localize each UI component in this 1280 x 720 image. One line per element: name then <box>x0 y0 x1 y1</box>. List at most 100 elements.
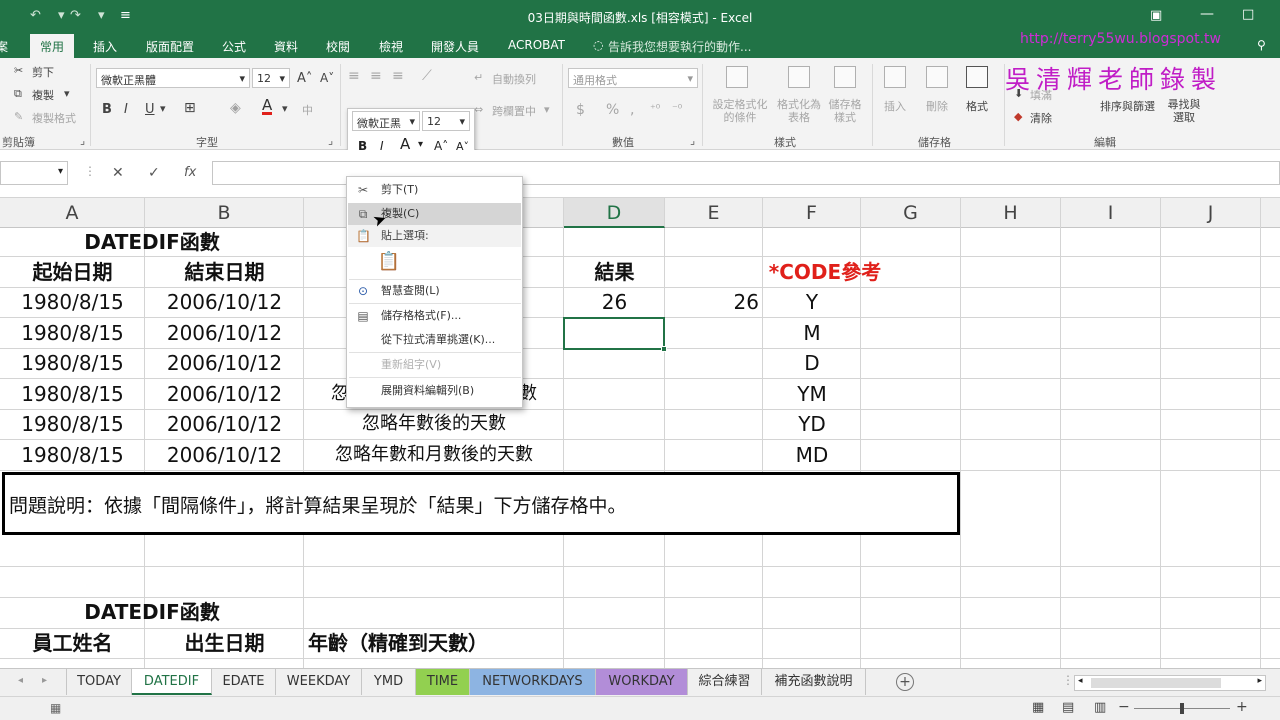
header-employee-name[interactable]: 員工姓名 <box>0 628 145 658</box>
bold-button[interactable]: B <box>102 102 112 117</box>
currency-button[interactable]: $ <box>576 102 585 118</box>
number-format-combo[interactable]: 通用格式 ▾ <box>568 68 698 88</box>
add-sheet-icon[interactable]: + <box>896 673 914 691</box>
copy-button[interactable]: 複製 <box>32 87 54 103</box>
sheet-tab-active[interactable]: DATEDIF <box>132 669 212 695</box>
start-date-cell[interactable]: 1980/8/15 <box>0 348 145 378</box>
cut-button[interactable]: 剪下 <box>32 64 54 80</box>
enter-entry-button[interactable]: ✓ <box>148 165 160 181</box>
page-break-view-icon[interactable]: ▥ <box>1094 700 1106 715</box>
percent-button[interactable]: % <box>606 102 619 118</box>
section-title-2[interactable]: DATEDIF函數 <box>0 597 304 627</box>
underline-dropdown-icon[interactable]: ▾ <box>160 102 166 115</box>
cut-icon[interactable]: ✂ <box>14 64 23 77</box>
scroll-right-icon[interactable]: ▸ <box>1257 676 1262 686</box>
format-as-table-icon[interactable] <box>788 66 810 88</box>
scroll-left-icon[interactable]: ◂ <box>18 675 23 686</box>
normal-view-icon[interactable]: ▦ <box>1032 700 1044 715</box>
cell-styles-icon[interactable] <box>834 66 856 88</box>
tab-review[interactable]: 校閱 <box>326 38 350 55</box>
sheet-tab[interactable]: 補充函數說明 <box>762 669 866 695</box>
fill-handle[interactable] <box>661 346 667 352</box>
dialog-launcher-icon[interactable]: ⌟ <box>80 134 85 147</box>
wrap-text-button[interactable]: 自動換列 <box>492 71 536 87</box>
zoom-slider-thumb[interactable] <box>1180 703 1184 714</box>
delete-cells-icon[interactable] <box>926 66 948 88</box>
column-header[interactable]: G <box>861 198 961 228</box>
start-date-cell[interactable]: 1980/8/15 <box>0 440 145 470</box>
code-cell[interactable]: YD <box>763 409 861 439</box>
dialog-launcher-icon[interactable]: ⌟ <box>690 134 695 147</box>
end-date-cell[interactable]: 2006/10/12 <box>145 379 304 409</box>
copy-dropdown-icon[interactable]: ▾ <box>64 87 70 100</box>
code-cell[interactable]: Y <box>763 287 861 317</box>
code-cell[interactable]: YM <box>763 379 861 409</box>
insert-cells-icon[interactable] <box>884 66 906 88</box>
tell-me-input[interactable]: 告訴我您想要執行的動作... <box>608 38 751 55</box>
end-date-cell[interactable]: 2006/10/12 <box>145 348 304 378</box>
insert-cells-button[interactable]: 插入 <box>884 98 906 114</box>
tab-home[interactable]: 常用 <box>30 34 75 58</box>
tab-view[interactable]: 檢視 <box>379 38 403 55</box>
delete-cells-button[interactable]: 刪除 <box>926 98 948 114</box>
column-header[interactable]: J <box>1161 198 1261 228</box>
sheet-tab[interactable]: TODAY <box>66 669 132 695</box>
mini-font-combo[interactable]: 微軟正黑 ▾ <box>352 111 420 131</box>
horizontal-scrollbar[interactable]: ◂ ▸ <box>1074 675 1266 691</box>
active-cell[interactable] <box>563 317 665 350</box>
sheet-tab[interactable]: YMD <box>362 669 416 695</box>
start-date-cell[interactable]: 1980/8/15 <box>0 409 145 439</box>
merge-dropdown-icon[interactable]: ▾ <box>544 103 550 116</box>
mini-size-combo[interactable]: 12 ▾ <box>422 111 470 131</box>
insert-function-button[interactable]: fx <box>184 165 196 180</box>
name-box[interactable]: ▾ <box>0 161 68 185</box>
zoom-out-icon[interactable]: − <box>1118 699 1130 715</box>
fill-color-icon[interactable]: ◈ <box>230 100 241 116</box>
menu-item-smart-lookup[interactable]: ⊙ 智慧查閱(L) <box>348 280 521 302</box>
header-code[interactable]: *CODE參考 <box>763 257 887 287</box>
align-top-icon[interactable]: ≡ <box>348 68 360 84</box>
share-icon[interactable]: ⚲ <box>1257 38 1266 52</box>
find-select-button[interactable]: 尋找與選取 <box>1166 98 1202 124</box>
header-age[interactable]: 年齡（精確到天數） <box>308 628 568 658</box>
end-date-cell[interactable]: 2006/10/12 <box>145 409 304 439</box>
scrollbar-thumb[interactable] <box>1091 678 1221 688</box>
merge-icon[interactable]: ⇔ <box>474 103 483 116</box>
format-cells-button[interactable]: 格式 <box>966 98 988 114</box>
sheet-tab[interactable]: TIME <box>416 669 470 695</box>
code-cell[interactable]: M <box>763 318 861 348</box>
dialog-launcher-icon[interactable]: ⌟ <box>328 134 333 147</box>
worksheet-grid[interactable]: DATEDIF函數 起始日期 結束日期 結果 *CODE參考 1980/8/15… <box>0 228 1280 668</box>
clear-button[interactable]: 清除 <box>1030 110 1052 126</box>
format-painter-button[interactable]: 複製格式 <box>32 110 76 126</box>
conditional-format-button[interactable]: 設定格式化的條件 <box>710 98 770 124</box>
format-cells-icon[interactable] <box>966 66 988 88</box>
italic-button[interactable]: I <box>124 102 128 117</box>
orientation-icon[interactable]: ⟋ <box>422 68 432 84</box>
tab-developer[interactable]: 開發人員 <box>431 38 479 55</box>
end-date-cell[interactable]: 2006/10/12 <box>145 318 304 348</box>
sheet-tab[interactable]: WEEKDAY <box>276 669 362 695</box>
column-header[interactable]: D <box>564 198 665 228</box>
column-header[interactable]: I <box>1061 198 1161 228</box>
start-date-cell[interactable]: 1980/8/15 <box>0 287 145 317</box>
column-header[interactable]: B <box>145 198 304 228</box>
tab-data[interactable]: 資料 <box>274 38 298 55</box>
column-header[interactable]: H <box>961 198 1061 228</box>
macro-record-icon[interactable]: ▦ <box>50 701 61 715</box>
sheet-tab[interactable]: 綜合練習 <box>688 669 762 695</box>
wrap-text-icon[interactable]: ↵ <box>474 71 483 84</box>
increase-decimal-icon[interactable]: ⁺⁰ <box>650 102 660 115</box>
shrink-font-icon[interactable]: A˅ <box>320 71 334 85</box>
end-date-cell[interactable]: 2006/10/12 <box>145 440 304 470</box>
format-painter-icon[interactable]: ✎ <box>14 110 23 123</box>
minimize-icon[interactable]: — <box>1200 6 1214 22</box>
zoom-in-icon[interactable]: + <box>1236 699 1248 715</box>
column-header[interactable]: E <box>665 198 763 228</box>
start-date-cell[interactable]: 1980/8/15 <box>0 318 145 348</box>
tab-acrobat[interactable]: ACROBAT <box>508 38 565 52</box>
header-end-date[interactable]: 結束日期 <box>145 257 304 287</box>
header-birth-date[interactable]: 出生日期 <box>145 628 304 658</box>
align-bottom-icon[interactable]: ≡ <box>392 68 404 84</box>
question-note-box[interactable]: 問題說明：依據「間隔條件」，將計算結果呈現於「結果」下方儲存格中。 <box>2 472 960 535</box>
